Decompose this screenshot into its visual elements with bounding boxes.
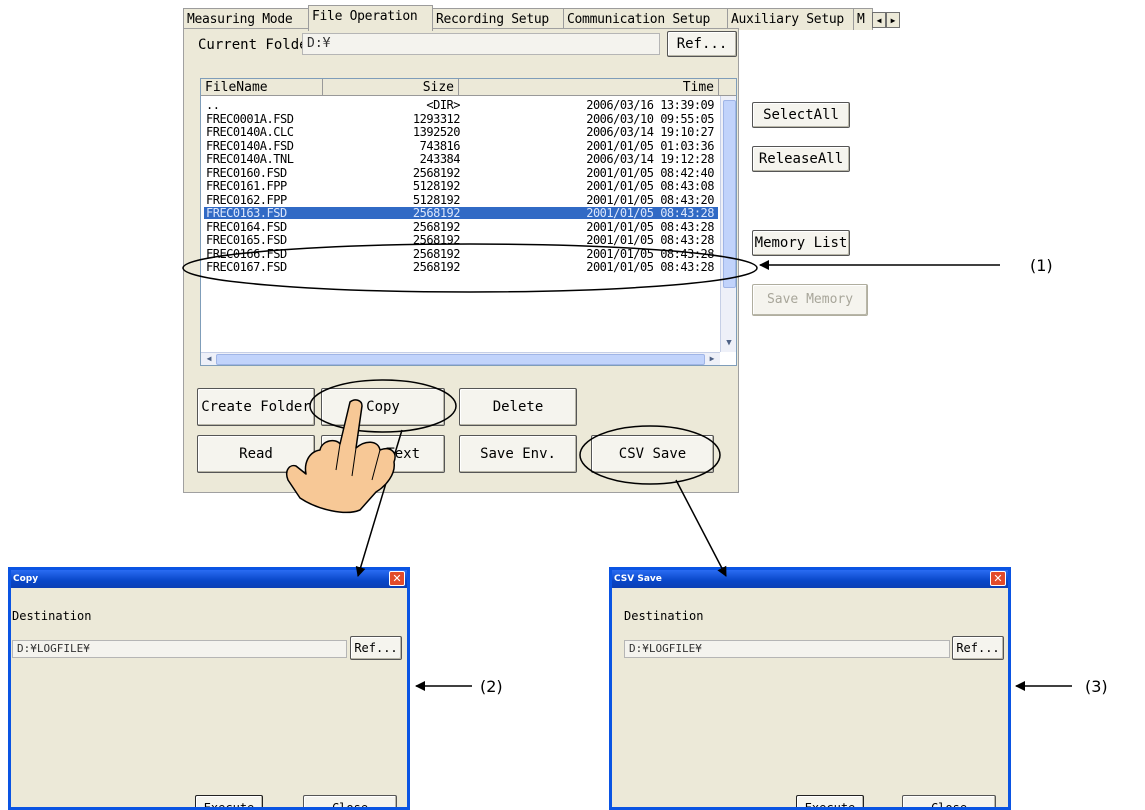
callout-1: (1) (1030, 256, 1053, 275)
callout-2: (2) (480, 677, 503, 696)
pointing-hand-icon (285, 399, 396, 514)
csv-to-dialog-arrow (675, 479, 727, 577)
annotation-overlay (182, 243, 1072, 691)
selected-row-ellipse (182, 243, 758, 293)
csv-save-ellipse (579, 425, 721, 485)
copy-button-ellipse (309, 379, 457, 433)
tab-file-operation[interactable]: File Operation (308, 5, 433, 31)
callout-3: (3) (1085, 677, 1108, 696)
